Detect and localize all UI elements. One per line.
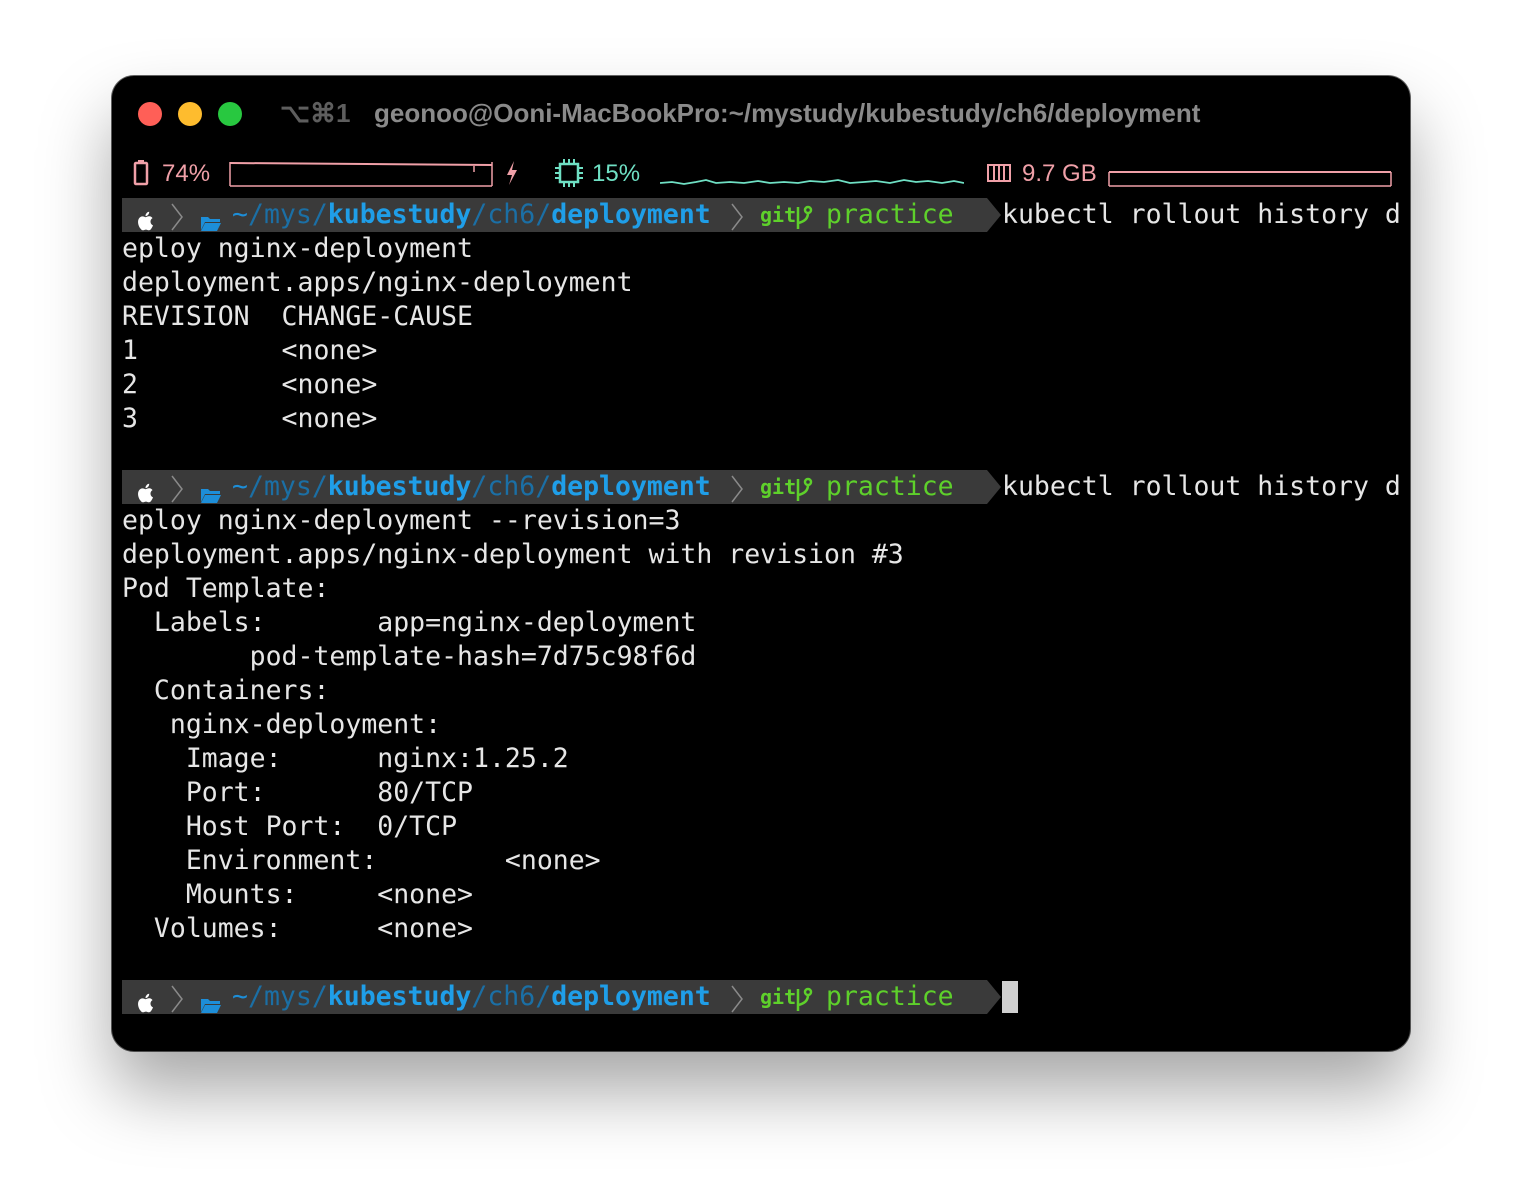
text-cursor[interactable] (1002, 981, 1018, 1013)
apple-icon (138, 993, 153, 1013)
chevron-right-icon (731, 985, 743, 1013)
title-bar: ⌥⌘1 geonoo@Ooni-MacBookPro:~/mystudy/kub… (112, 76, 1410, 152)
path-segment: ch6 (487, 981, 536, 1012)
output-line: nginx-deployment: (122, 709, 442, 740)
chevron-right-icon (171, 203, 183, 231)
output-line: Port: 80/TCP (122, 777, 473, 808)
tab-shortcut: ⌥⌘1 (280, 98, 351, 128)
memory-usage: 9.7 GB (1022, 160, 1097, 187)
status-bar: 74% 15% 9.7 GB (112, 156, 1410, 192)
folder-icon (201, 999, 221, 1013)
cpu-icon (555, 159, 583, 187)
path-segment: deployment (551, 199, 711, 230)
chevron-right-icon (731, 203, 743, 231)
path-segment: mys (263, 471, 312, 502)
output-line: deployment.apps/nginx-deployment with re… (122, 539, 904, 570)
prompt-line: ~/mys/kubestudy/ch6/deployment git pract… (122, 980, 1018, 1014)
memory-sparkline (1108, 171, 1392, 187)
output-line: Mounts: <none> (122, 879, 473, 910)
path-segment: kubestudy (327, 199, 472, 230)
path-home: ~ (232, 471, 248, 502)
path-home: ~ (232, 981, 248, 1012)
output-line: Labels: app=nginx-deployment (122, 607, 697, 638)
path-segment: ch6 (487, 471, 536, 502)
git-branch-icon (796, 205, 813, 229)
chevron-right-icon (171, 475, 183, 503)
path-home: ~ (232, 199, 248, 230)
close-button[interactable] (138, 102, 162, 126)
git-branch: practice (826, 981, 954, 1012)
output-line: 1 <none> (122, 335, 378, 366)
path-segment: mys (263, 199, 312, 230)
path-segment: deployment (551, 471, 711, 502)
output-line: REVISION CHANGE-CAUSE (122, 301, 473, 332)
zoom-button[interactable] (218, 102, 242, 126)
output-line: 3 <none> (122, 403, 378, 434)
prompt-line: ~/mys/kubestudy/ch6/deployment git pract… (122, 470, 1401, 504)
git-label: git (760, 985, 797, 1009)
command-text: kubectl rollout history d (1002, 199, 1401, 230)
output-line: Image: nginx:1.25.2 (122, 743, 569, 774)
memory-icon (987, 164, 1011, 182)
output-line: deployment.apps/nginx-deployment (122, 267, 633, 298)
path-segment: deployment (551, 981, 711, 1012)
output-line: 2 <none> (122, 369, 378, 400)
charging-icon (507, 161, 517, 185)
path-segment: kubestudy (327, 471, 472, 502)
prompt-line: ~/mys/kubestudy/ch6/deployment git pract… (122, 198, 1401, 232)
command-continuation: eploy nginx-deployment --revision=3 (122, 505, 681, 536)
output-line: Volumes: <none> (122, 913, 473, 944)
path-segment: kubestudy (327, 981, 472, 1012)
terminal-window: ⌥⌘1 geonoo@Ooni-MacBookPro:~/mystudy/kub… (112, 76, 1410, 1051)
command-continuation: eploy nginx-deployment (122, 233, 473, 264)
git-branch: practice (826, 471, 954, 502)
output-line: Environment: <none> (122, 845, 601, 876)
git-label: git (760, 475, 797, 499)
battery-percent: 74% (162, 160, 211, 187)
git-label: git (760, 203, 797, 227)
window-title: geonoo@Ooni-MacBookPro:~/mystudy/kubestu… (374, 98, 1201, 128)
minimize-button[interactable] (178, 102, 202, 126)
git-branch: practice (826, 199, 954, 230)
output-line: Host Port: 0/TCP (122, 811, 458, 842)
output-line: Pod Template: (122, 573, 330, 604)
output-line: Containers: (122, 675, 330, 706)
cpu-sparkline (660, 179, 964, 185)
git-branch-icon (796, 987, 813, 1011)
command-text: kubectl rollout history d (1002, 471, 1401, 502)
git-branch-icon (796, 477, 813, 501)
chevron-right-icon (171, 985, 183, 1013)
battery-icon (133, 160, 149, 186)
cpu-percent: 15% (592, 160, 641, 187)
path-segment: mys (263, 981, 312, 1012)
output-line: pod-template-hash=7d75c98f6d (122, 641, 697, 672)
chevron-right-icon (731, 475, 743, 503)
battery-sparkline (229, 162, 493, 187)
path-segment: ch6 (487, 199, 536, 230)
